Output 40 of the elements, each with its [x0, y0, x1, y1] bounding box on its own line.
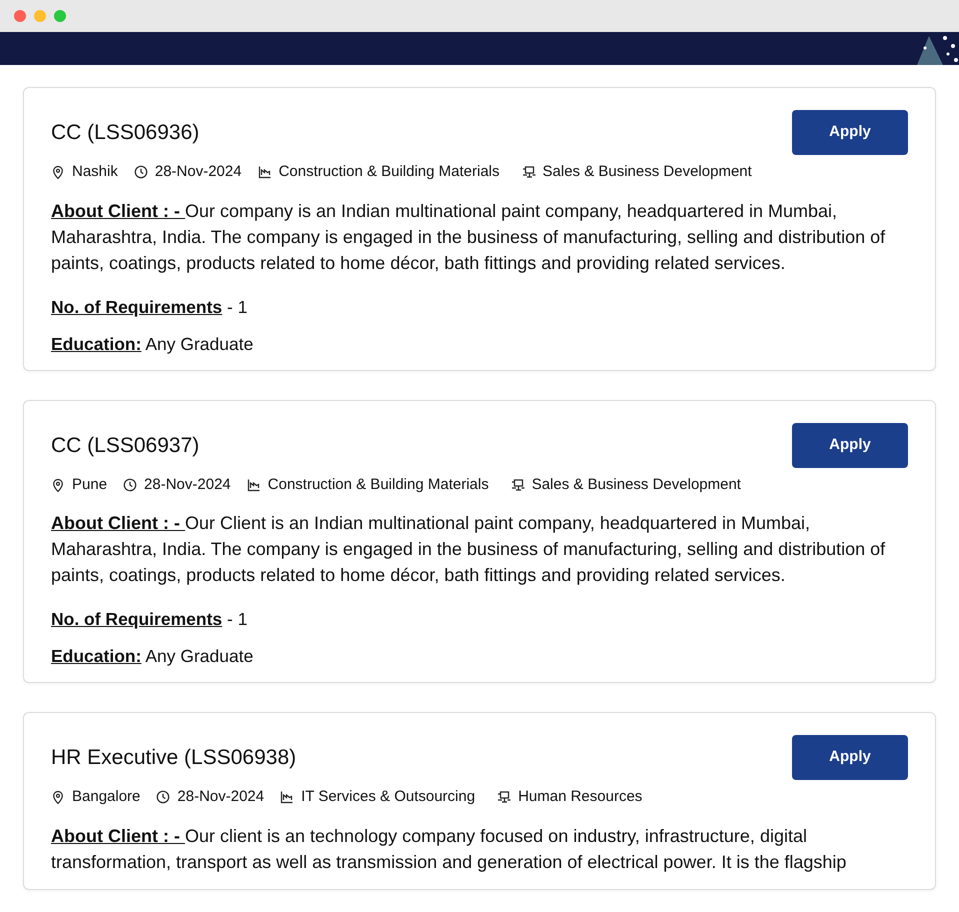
function-text: Human Resources: [518, 787, 642, 807]
about-client-paragraph: About Client : - Our client is an technology company focused on industry, infrastructure, digital transformation, transport as well as transmission and generation of electrical power. It is the flagship: [51, 824, 848, 874]
apply-button[interactable]: Apply: [792, 735, 908, 780]
clock-icon: [156, 790, 170, 804]
requirements-text: No. of Requirements - 1: [51, 608, 248, 631]
date-text: 28-Nov-2024: [177, 787, 264, 807]
location-pin-icon: [51, 165, 65, 180]
education-text: Education: Any Graduate: [51, 645, 254, 668]
function-text: Sales & Business Development: [532, 474, 741, 494]
about-client-paragraph: About Client : - Our company is an Indian multinational paint company, headquartered in Mumbai, Maharashtra, India. The company is engaged in the business of manufacturing, selling and distribution of paints, coatings, products related to home décor, bath fittings and providing related services.: [51, 200, 886, 275]
industry-text: Construction & Building Materials: [268, 474, 489, 494]
network-icon: [510, 478, 525, 492]
network-icon: [522, 165, 536, 180]
job-title: HR Executive (LSS06938): [51, 745, 296, 771]
minimize-window-button[interactable]: [34, 10, 46, 22]
apply-button[interactable]: Apply: [792, 422, 908, 468]
function-text: Sales & Business Development: [542, 162, 752, 182]
job-title: CC (LSS06937): [51, 432, 200, 458]
education-text: Education: Any Graduate: [51, 332, 254, 356]
network-icon: [497, 790, 512, 804]
location-pin-icon: [51, 790, 65, 804]
clock-icon: [134, 165, 148, 180]
industry-text: Construction & Building Materials: [278, 162, 500, 182]
about-client-paragraph: About Client : - Our Client is an Indian multinational paint company, headquartered in Mumbai, Maharashtra, India. The company is engaged in the business of manufacturing, selling and distribution of paints, coatings, products related to home décor, bath fittings and providing related services.: [51, 512, 886, 587]
industry-text: IT Services & Outsourcing: [301, 787, 476, 807]
requirements-text: No. of Requirements - 1: [51, 296, 248, 319]
chart-icon: [246, 478, 261, 492]
chart-icon: [280, 790, 294, 804]
maximize-window-button[interactable]: [54, 10, 66, 22]
location-pin-icon: [51, 478, 65, 492]
location-text: Pune: [72, 474, 108, 494]
location-text: Nashik: [72, 162, 118, 182]
location-text: Bangalore: [72, 787, 140, 807]
date-text: 28-Nov-2024: [154, 162, 242, 182]
date-text: 28-Nov-2024: [144, 474, 231, 494]
apply-button[interactable]: Apply: [792, 110, 908, 155]
close-window-button[interactable]: [14, 10, 26, 22]
chart-icon: [258, 165, 272, 180]
job-title: CC (LSS06936): [51, 120, 200, 146]
clock-icon: [123, 478, 138, 492]
